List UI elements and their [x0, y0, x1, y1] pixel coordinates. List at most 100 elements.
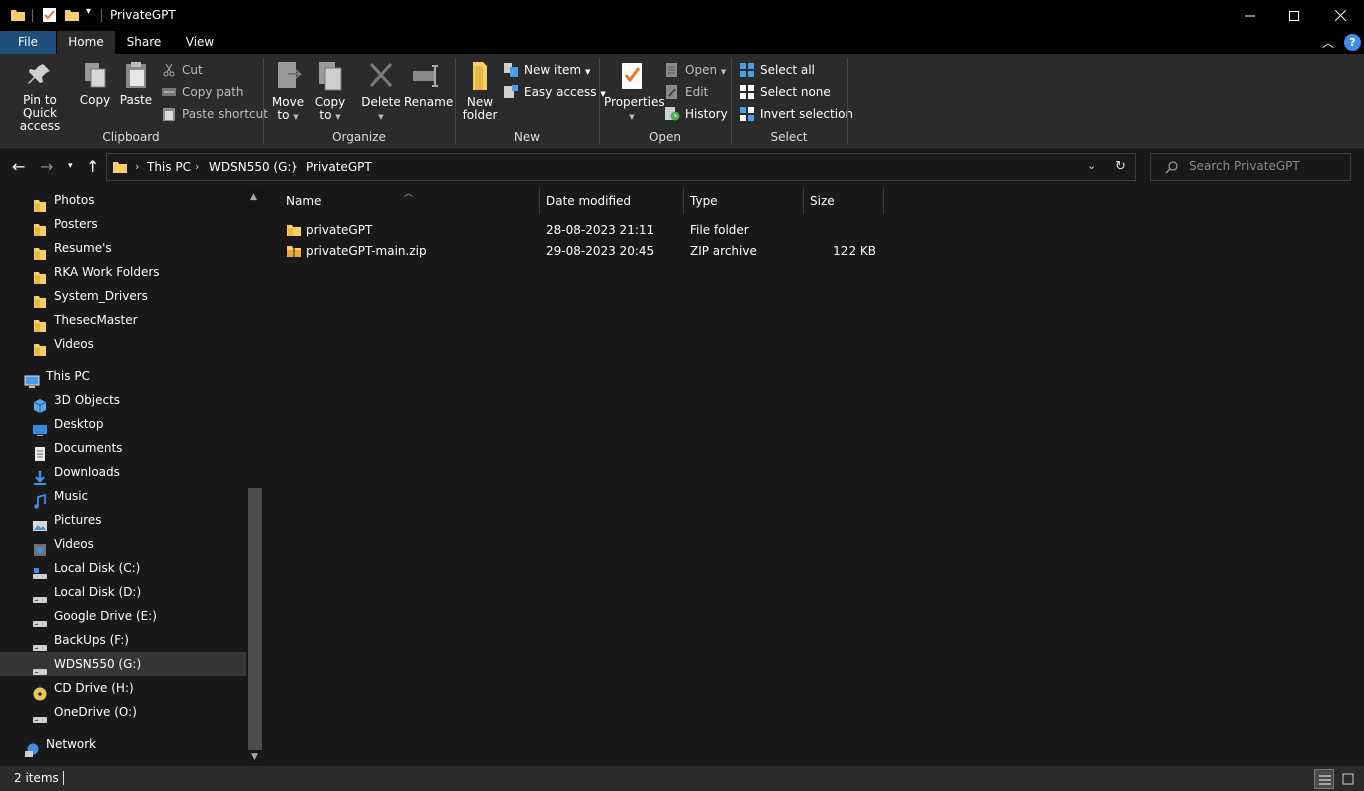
column-header-type[interactable]: Type	[684, 188, 804, 214]
edit-icon	[666, 85, 677, 99]
nav-item-resume-s[interactable]: Resume's	[0, 236, 246, 260]
tab-view[interactable]: View	[174, 31, 226, 54]
properties-check-icon[interactable]	[42, 7, 57, 23]
nav-item-music[interactable]: Music	[0, 484, 246, 509]
nav-item-photos[interactable]: Photos	[0, 188, 246, 212]
breadcrumb-separator-icon[interactable]: ›	[135, 160, 139, 173]
scrollbar-thumb[interactable]	[248, 488, 262, 750]
maximize-button[interactable]	[1271, 0, 1317, 31]
new-folder-icon[interactable]	[64, 7, 80, 23]
column-header-name[interactable]: Name	[280, 188, 540, 214]
nav-item-network[interactable]: Network	[0, 732, 246, 757]
nav-item-thesecmaster[interactable]: ThesecMaster	[0, 308, 246, 332]
scroll-down-icon[interactable]: ▼	[251, 752, 258, 762]
nav-item-onedrive-o[interactable]: OneDrive (O:)	[0, 700, 246, 724]
breadcrumb-this-pc[interactable]: This PC	[147, 160, 191, 174]
nav-item-wdsn550-g[interactable]: WDSN550 (G:)	[0, 652, 246, 676]
paste-label: Paste	[119, 93, 153, 107]
nav-item-local-disk-d[interactable]: Local Disk (D:)	[0, 580, 246, 604]
nav-item-rka-work-folders[interactable]: RKA Work Folders	[0, 260, 246, 284]
history-button[interactable]: History	[665, 104, 728, 124]
navigation-scrollbar[interactable]: ▼	[246, 188, 264, 766]
search-input[interactable]	[1189, 159, 1339, 173]
paste-button[interactable]: Paste	[118, 60, 154, 107]
column-header-date-modified[interactable]: Date modified	[540, 188, 684, 214]
nav-item-videos[interactable]: Videos	[0, 332, 246, 356]
nav-item-this-pc[interactable]: This PC	[0, 364, 246, 388]
back-arrow-icon[interactable]: ←	[12, 157, 25, 176]
select-all-button[interactable]: Select all	[740, 60, 815, 80]
new-item-button[interactable]: New item ▼	[504, 60, 590, 80]
nav-item-label: Pictures	[54, 513, 102, 527]
breadcrumb-separator-icon[interactable]: ›	[195, 160, 199, 173]
tab-share[interactable]: Share	[118, 31, 170, 54]
nav-item-label: Downloads	[54, 465, 120, 479]
nav-item-3d-objects[interactable]: 3D Objects	[0, 388, 246, 413]
large-icons-view-button[interactable]	[1338, 769, 1358, 789]
nav-item-local-disk-c[interactable]: Local Disk (C:)	[0, 556, 246, 580]
nav-item-backups-f[interactable]: BackUps (F:)	[0, 628, 246, 652]
delete-button[interactable]: Delete ▼	[360, 60, 402, 124]
nav-item-posters[interactable]: Posters	[0, 212, 246, 236]
open-icon	[666, 63, 677, 77]
nav-item-videos[interactable]: Videos	[0, 532, 246, 556]
pin-to-quick-access-button[interactable]: Pin to Quick access	[6, 60, 74, 133]
move-to-button[interactable]: Move to ▼	[270, 60, 306, 124]
details-view-button[interactable]	[1314, 769, 1334, 789]
cut-button[interactable]: Cut	[162, 60, 203, 80]
invert-selection-button[interactable]: Invert selection	[740, 104, 853, 124]
nav-item-google-drive-e[interactable]: Google Drive (E:)	[0, 604, 246, 628]
file-row[interactable]: privateGPT-main.zip 29-08-2023 20:45 ZIP a…	[280, 241, 884, 262]
folder-icon[interactable]	[10, 7, 26, 23]
select-none-button[interactable]: Select none	[740, 82, 831, 102]
address-history-chevron-icon[interactable]: ⌄	[1087, 159, 1096, 172]
new-folder-button[interactable]: New folder	[461, 60, 499, 122]
nav-item-desktop[interactable]: Desktop	[0, 412, 246, 436]
rename-button[interactable]: Rename	[404, 60, 453, 109]
dropdown-caret-icon: ▼	[629, 113, 635, 121]
refresh-icon[interactable]: ↻	[1115, 159, 1126, 174]
file-row[interactable]: privateGPT 28-08-2023 21:11 File folder	[280, 220, 884, 241]
new-folder-icon	[473, 62, 487, 90]
minimize-button[interactable]	[1227, 0, 1273, 31]
tab-home[interactable]: Home	[57, 31, 115, 54]
search-box[interactable]	[1150, 153, 1351, 181]
copy-button[interactable]: Copy	[78, 60, 112, 107]
properties-button[interactable]: Properties ▼	[604, 60, 665, 124]
address-bar[interactable]: › This PC › WDSN550 (G:) › PrivateGPT ⌄ …	[106, 153, 1136, 181]
nav-item-label: Videos	[54, 337, 94, 351]
nav-item-cd-drive-h[interactable]: CD Drive (H:)	[0, 676, 246, 701]
scroll-up-icon[interactable]: ▲	[250, 192, 257, 202]
close-button[interactable]	[1317, 0, 1363, 31]
customize-quick-access-icon[interactable]: ▾	[86, 6, 91, 17]
column-header-size[interactable]: Size	[804, 188, 884, 214]
navigation-pane: ▲ Photos Posters Resume's RKA Work Folders S…	[0, 188, 264, 766]
breadcrumb-separator-icon[interactable]: ›	[293, 160, 297, 173]
group-label-select: Select	[770, 130, 808, 144]
nav-item-system-drivers[interactable]: System_Drivers	[0, 284, 246, 308]
up-arrow-icon[interactable]: ↑	[86, 157, 99, 176]
forward-arrow-icon[interactable]: →	[40, 157, 53, 176]
help-icon[interactable]: ?	[1344, 34, 1361, 51]
tab-file[interactable]: File	[0, 31, 56, 54]
file-name: privateGPT-main.zip	[306, 244, 427, 258]
nav-item-downloads[interactable]: Downloads	[0, 460, 246, 485]
collapse-ribbon-icon[interactable]: ︿	[1322, 34, 1334, 51]
breadcrumb-drive[interactable]: WDSN550 (G:)	[209, 160, 296, 174]
recent-locations-chevron-icon[interactable]: ▾	[68, 161, 73, 171]
nav-item-label: This PC	[46, 369, 90, 383]
pin-icon	[28, 64, 50, 84]
dropdown-caret-icon: ▼	[378, 113, 384, 121]
copy-path-icon	[162, 88, 176, 96]
breadcrumb-current-folder[interactable]: PrivateGPT	[306, 160, 372, 174]
paste-shortcut-button[interactable]: Paste shortcut	[162, 104, 268, 124]
easy-access-button[interactable]: Easy access ▼	[504, 82, 606, 102]
group-label-organize: Organize	[332, 130, 386, 144]
edit-button[interactable]: Edit	[665, 82, 708, 102]
copy-to-button[interactable]: Copy to ▼	[312, 60, 348, 124]
open-button[interactable]: Open ▼	[665, 60, 726, 80]
group-label-new: New	[513, 130, 541, 144]
copy-path-button[interactable]: Copy path	[162, 82, 244, 102]
nav-item-pictures[interactable]: Pictures	[0, 508, 246, 532]
nav-item-documents[interactable]: Documents	[0, 436, 246, 461]
